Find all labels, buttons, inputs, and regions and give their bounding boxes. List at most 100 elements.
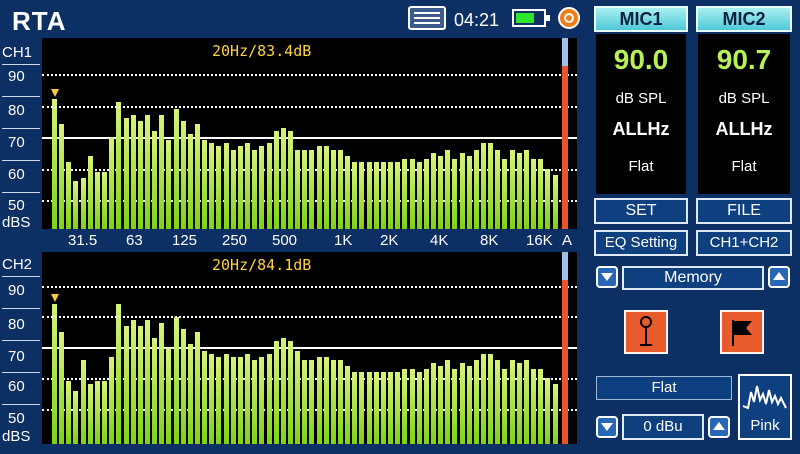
spectrum-bar: [152, 338, 158, 444]
ch2-label: CH2: [2, 256, 33, 273]
spectrum-bar: [187, 344, 193, 444]
spectrum-bar: [230, 356, 236, 444]
spectrum-bar: [302, 149, 308, 229]
spectrum-bar: [423, 369, 429, 444]
eq-setting-button[interactable]: EQ Setting: [594, 230, 688, 256]
spectrum-bar: [395, 372, 401, 444]
spectrum-bar: [502, 159, 508, 229]
spectrum-bar: [309, 149, 315, 229]
spectrum-bar: [216, 146, 222, 229]
y-divider: [2, 64, 40, 65]
spectrum-bar: [152, 130, 158, 229]
spectrum-bar: [287, 341, 293, 444]
ch2-ytick-70: 70: [8, 348, 25, 365]
y-divider: [2, 160, 40, 161]
spectrum-bar: [73, 181, 79, 229]
level-up-icon[interactable]: [708, 416, 730, 438]
keyboard-icon[interactable]: [408, 6, 446, 30]
flag-button[interactable]: [720, 310, 764, 354]
y-divider: [2, 308, 40, 309]
spectrum-bar: [481, 353, 486, 444]
spectrum-bar: [523, 149, 529, 229]
spectrum-bar: [180, 329, 186, 444]
filter-selector[interactable]: Flat: [596, 376, 732, 400]
spectrum-bar: [495, 149, 501, 229]
ch1-spectrum-graph[interactable]: 20Hz/83.4dB: [42, 38, 577, 229]
spectrum-bar: [80, 177, 86, 229]
frequency-axis: 31.5 63 125 250 500 1K 2K 4K 8K 16K A: [42, 232, 577, 250]
spectrum-bar: [102, 171, 108, 229]
spectrum-bar: [295, 149, 301, 229]
spectrum-bar: [209, 143, 215, 229]
spectrum-bar: [495, 359, 501, 444]
spectrum-bar: [466, 155, 472, 229]
spectrum-bar: [245, 353, 251, 444]
pin-marker-button[interactable]: [624, 310, 668, 354]
mic1-value: 90.0: [613, 44, 669, 75]
ch1-ytick-50: 50: [8, 197, 25, 214]
ch1-ytick-80: 80: [8, 102, 25, 119]
channel-mode-button[interactable]: CH1+CH2: [696, 230, 792, 256]
memory-selector[interactable]: Memory: [622, 266, 764, 290]
ch2-cursor-line[interactable]: [562, 252, 568, 444]
freq-label: 16K: [526, 232, 553, 249]
spectrum-bar: [531, 369, 537, 444]
y-divider: [2, 404, 40, 405]
flag-icon: [732, 320, 752, 346]
y-divider: [2, 128, 40, 129]
spectrum-bar: [94, 381, 100, 444]
spectrum-bar: [388, 162, 394, 229]
spectrum-bar: [137, 325, 143, 444]
noise-wave-icon: [742, 385, 787, 410]
gridline-70: [42, 347, 577, 349]
spectrum-bar: [481, 143, 486, 229]
spectrum-bar: [66, 162, 72, 229]
spectrum-bar: [466, 365, 472, 444]
file-button[interactable]: FILE: [696, 198, 792, 224]
spectrum-bar: [173, 108, 179, 229]
freq-label: 1K: [334, 232, 353, 249]
spectrum-bar: [116, 102, 122, 229]
spectrum-bar: [488, 143, 494, 229]
spectrum-bar: [173, 316, 179, 444]
ch1-cursor-line[interactable]: [562, 38, 568, 229]
spectrum-bar: [295, 350, 301, 444]
ch2-spectrum-graph[interactable]: 20Hz/84.1dB: [42, 252, 577, 444]
spectrum-bar: [531, 159, 537, 229]
spectrum-bar: [66, 381, 72, 444]
gridline-90: [42, 286, 577, 288]
spectrum-bar: [380, 162, 386, 229]
app-title: RTA: [12, 6, 67, 36]
spectrum-bar: [438, 365, 444, 444]
level-field[interactable]: 0 dBu: [622, 414, 704, 440]
spectrum-bar: [216, 356, 222, 444]
spectrum-bar: [345, 365, 351, 444]
set-button[interactable]: SET: [594, 198, 688, 224]
spectrum-bar: [259, 146, 265, 229]
y-divider: [2, 372, 40, 373]
mic2-filter: Flat: [731, 158, 757, 175]
spectrum-bar: [452, 369, 458, 444]
memory-up-icon[interactable]: [768, 266, 790, 288]
spectrum-bar: [245, 143, 251, 229]
level-down-icon[interactable]: [596, 416, 618, 438]
mic2-meter: 90.7 dB SPL ALLHz Flat: [698, 34, 790, 194]
mic1-button[interactable]: MIC1: [594, 6, 688, 32]
pink-label: Pink: [750, 417, 780, 434]
spectrum-bar: [345, 155, 351, 229]
pink-noise-button[interactable]: Pink: [738, 374, 792, 440]
spectrum-bar: [195, 124, 200, 229]
spectrum-bar: [159, 114, 165, 229]
spectrum-bar: [380, 372, 386, 444]
spectrum-bar: [309, 359, 315, 444]
memory-down-icon[interactable]: [596, 266, 618, 288]
spectrum-bar: [438, 155, 444, 229]
mic2-button[interactable]: MIC2: [696, 6, 792, 32]
spectrum-bar: [144, 114, 150, 229]
y-divider: [2, 96, 40, 97]
pin-icon: [640, 316, 652, 346]
spectrum-bar: [209, 353, 215, 444]
freq-label: 2K: [380, 232, 399, 249]
record-icon[interactable]: [558, 7, 580, 29]
spectrum-bar: [73, 390, 79, 444]
